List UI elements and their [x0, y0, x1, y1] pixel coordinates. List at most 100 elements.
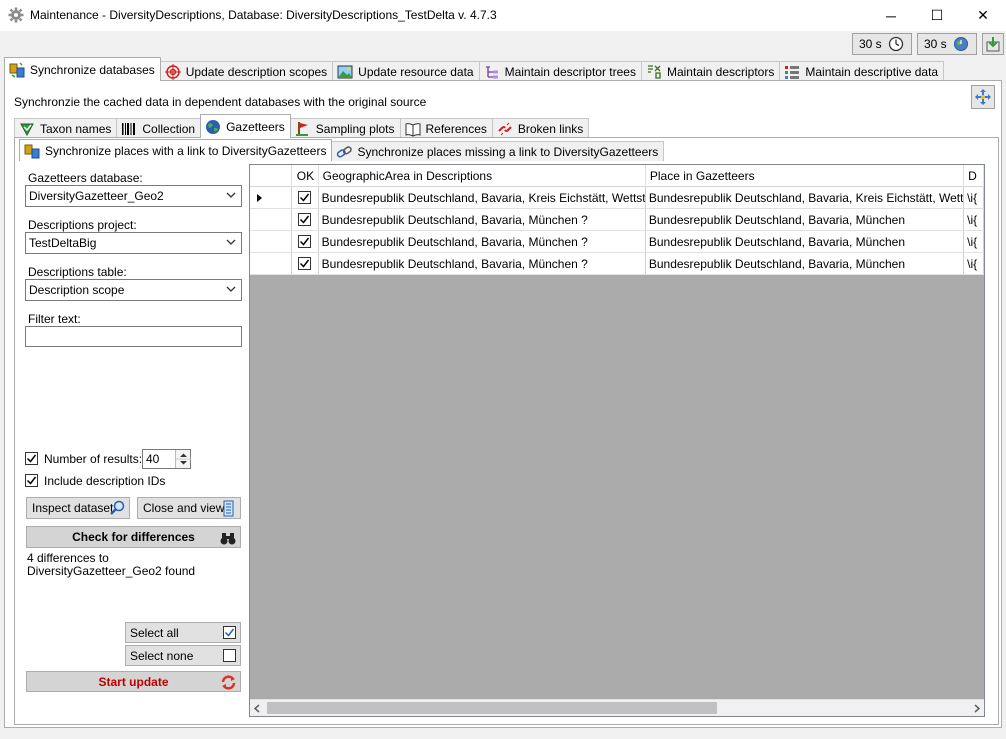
grid-header: OK GeographicArea in Descriptions Place …: [250, 165, 984, 187]
tab-maintain-descriptive-data[interactable]: Maintain descriptive data: [779, 61, 945, 81]
tab-gazetteers[interactable]: Gazetteers: [200, 114, 291, 138]
row-selector[interactable]: [250, 253, 292, 274]
tab-label: Synchronize places missing a link to Div…: [357, 144, 659, 159]
table-row[interactable]: Bundesrepublik Deutschland, Bavaria, Mün…: [250, 231, 984, 253]
number-of-results-checkbox[interactable]: [25, 452, 38, 465]
timer-label: 30 s: [859, 37, 882, 51]
sync-db-icon: [24, 144, 40, 158]
place-cell[interactable]: Bundesrepublik Deutschland, Bavaria, Mün…: [646, 231, 965, 252]
chevron-down-icon: [226, 192, 236, 198]
arrange-button[interactable]: [971, 85, 995, 109]
scrollbar-thumb[interactable]: [267, 702, 717, 714]
tab-references[interactable]: References: [399, 118, 493, 138]
ok-cell[interactable]: [292, 231, 319, 252]
area-cell[interactable]: Bundesrepublik Deutschland, Bavaria, Kre…: [319, 187, 646, 208]
chevron-down-icon: [226, 286, 236, 292]
inspect-dataset-button[interactable]: Inspect dataset: [26, 497, 130, 519]
window-title: Maintenance - DiversityDescriptions, Dat…: [30, 8, 497, 22]
column-header-d[interactable]: D: [964, 165, 984, 187]
start-update-button[interactable]: Start update: [26, 671, 241, 692]
globe-icon: [206, 119, 221, 134]
place-cell[interactable]: Bundesrepublik Deutschland, Bavaria, Kre…: [646, 187, 965, 208]
ok-cell[interactable]: [292, 209, 319, 230]
title-bar: Maintenance - DiversityDescriptions, Dat…: [0, 0, 1006, 31]
unchecked-box-icon: [223, 649, 236, 662]
filter-input[interactable]: [25, 326, 242, 347]
include-ids-checkbox[interactable]: [25, 474, 38, 487]
place-cell[interactable]: Bundesrepublik Deutschland, Bavaria, Mün…: [646, 209, 965, 230]
refresh-icon: [221, 675, 236, 690]
row-selector[interactable]: [250, 209, 292, 230]
data-icon: [785, 65, 800, 79]
tab-collection[interactable]: Collection: [116, 118, 202, 138]
plot-icon: [295, 121, 308, 136]
button-label: Select none: [130, 648, 194, 663]
include-ids-label: Include description IDs: [44, 474, 166, 488]
ok-checkbox[interactable]: [298, 257, 312, 270]
tab-label: Update description scopes: [185, 64, 328, 79]
gazetteers-db-select[interactable]: DiversityGazetteer_Geo2: [25, 185, 242, 207]
tab-maintain-descriptor-trees[interactable]: Maintain descriptor trees: [478, 61, 642, 81]
d-cell[interactable]: \i{: [964, 209, 984, 230]
tab-update-resource-data[interactable]: Update resource data: [332, 61, 480, 81]
tab-label: Gazetteers: [226, 119, 285, 134]
close-and-view-button[interactable]: Close and view: [137, 497, 241, 519]
d-cell[interactable]: \i{: [964, 187, 984, 208]
scroll-right-icon[interactable]: [973, 704, 981, 713]
project-select[interactable]: TestDeltaBig: [25, 232, 242, 254]
ok-cell[interactable]: [292, 253, 319, 274]
tab-label: Synchronize places with a link to Divers…: [45, 143, 327, 158]
differences-grid[interactable]: OK GeographicArea in Descriptions Place …: [249, 164, 985, 717]
table-row[interactable]: Bundesrepublik Deutschland, Bavaria, Kre…: [250, 187, 984, 209]
tab-label: References: [425, 121, 487, 136]
check-differences-button[interactable]: Check for differences: [26, 526, 241, 548]
area-cell[interactable]: Bundesrepublik Deutschland, Bavaria, Mün…: [319, 253, 646, 274]
target-icon: [164, 63, 181, 80]
d-cell[interactable]: \i{: [964, 253, 984, 274]
place-cell[interactable]: Bundesrepublik Deutschland, Bavaria, Mün…: [646, 253, 965, 274]
row-selector[interactable]: [250, 187, 292, 208]
select-all-button[interactable]: Select all: [125, 622, 241, 643]
tab-update-description-scopes[interactable]: Update description scopes: [159, 61, 334, 81]
column-header-area[interactable]: GeographicArea in Descriptions: [319, 165, 646, 187]
tab-synchronize-databases[interactable]: Synchronize databases: [4, 57, 161, 81]
tab-label: Maintain descriptor trees: [504, 64, 636, 79]
number-of-results-stepper[interactable]: 40: [142, 449, 191, 469]
list-view-icon: [223, 500, 234, 517]
timer-button-2[interactable]: 30 s: [917, 33, 977, 55]
tab-sync-missing-link[interactable]: Synchronize places missing a link to Div…: [331, 141, 665, 161]
horizontal-scrollbar[interactable]: [250, 699, 984, 716]
minimize-button[interactable]: ─: [868, 0, 914, 31]
column-header-place[interactable]: Place in Gazetteers: [646, 165, 965, 187]
tab-label: Sampling plots: [315, 121, 395, 136]
tab-broken-links[interactable]: Broken links: [491, 118, 590, 138]
tab-sampling-plots[interactable]: Sampling plots: [289, 118, 401, 138]
table-row[interactable]: Bundesrepublik Deutschland, Bavaria, Mün…: [250, 209, 984, 231]
ok-checkbox[interactable]: [298, 235, 312, 248]
close-button[interactable]: ✕: [960, 0, 1006, 31]
scroll-left-icon[interactable]: [253, 704, 261, 713]
grid-body: Bundesrepublik Deutschland, Bavaria, Kre…: [250, 187, 984, 275]
area-cell[interactable]: Bundesrepublik Deutschland, Bavaria, Mün…: [319, 231, 646, 252]
ok-checkbox[interactable]: [298, 191, 312, 204]
table-label: Descriptions table:: [28, 265, 127, 279]
select-none-button[interactable]: Select none: [125, 645, 241, 666]
area-cell[interactable]: Bundesrepublik Deutschland, Bavaria, Mün…: [319, 209, 646, 230]
table-row[interactable]: Bundesrepublik Deutschland, Bavaria, Mün…: [250, 253, 984, 275]
d-cell[interactable]: \i{: [964, 231, 984, 252]
timer-button-1[interactable]: 30 s: [852, 33, 912, 55]
image-icon: [337, 65, 353, 78]
row-selector[interactable]: [250, 231, 292, 252]
stepper-arrows[interactable]: [175, 450, 191, 468]
checkmark-icon: [300, 215, 310, 224]
ok-cell[interactable]: [292, 187, 319, 208]
tab-maintain-descriptors[interactable]: Maintain descriptors: [640, 61, 781, 81]
column-header-ok[interactable]: OK: [292, 165, 319, 187]
ok-checkbox[interactable]: [298, 213, 312, 226]
tab-sync-with-link[interactable]: Synchronize places with a link to Divers…: [19, 139, 333, 161]
table-select[interactable]: Description scope: [25, 279, 242, 301]
tab-taxon-names[interactable]: Taxon names: [14, 118, 118, 138]
panel-description: Synchronzie the cached data in dependent…: [14, 95, 427, 109]
export-button[interactable]: [982, 33, 1004, 55]
maximize-button[interactable]: ☐: [914, 0, 960, 31]
